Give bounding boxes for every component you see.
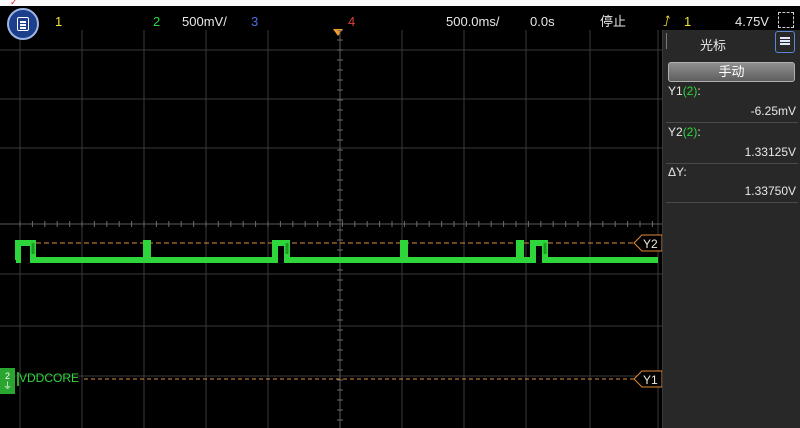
channel-2-label[interactable]: VDDCORE (19, 371, 79, 385)
zoom-box-icon[interactable] (778, 12, 794, 28)
cursor-panel-title: 光标 (699, 38, 726, 53)
y1-suffix: : (697, 84, 701, 98)
cursor-y2-label: Y2 (643, 237, 658, 251)
cursor-y2-value: 1.33125V (744, 145, 796, 159)
y1-label: Y1 (668, 84, 683, 98)
delta-y-label: ΔY: (668, 165, 687, 179)
menu-button[interactable] (7, 8, 39, 40)
delay-readout[interactable]: 0.0s (530, 15, 555, 29)
trigger-edge-icon: ⭜ (663, 13, 671, 29)
graticule-ticks (19, 30, 653, 421)
graticule-center-axes (0, 30, 662, 428)
waveform-display[interactable]: Y2 Y1 (0, 30, 662, 428)
ground-marker-number: 2 (4, 371, 10, 381)
cursor-y1-value: -6.25mV (750, 104, 796, 118)
divider (666, 122, 798, 123)
cursor-y1-readout-label[interactable]: Y1(2): (668, 84, 701, 98)
divider (666, 163, 798, 164)
trigger-channel[interactable]: 1 (684, 15, 691, 29)
cursor-side-panel: 光标 手动 Y1(2): -6.25mV Y2(2): 1.33125V ΔY:… (662, 30, 800, 428)
cursor-mode-button[interactable]: 手动 (668, 62, 795, 82)
y2-label: Y2 (668, 125, 683, 139)
panel-menu-icon[interactable] (775, 31, 795, 53)
channel-3-indicator[interactable]: 3 (251, 15, 258, 29)
channel-2-ground-marker[interactable]: 2 ⏚ (0, 368, 15, 394)
channel-2-trace (15, 240, 658, 263)
graticule (0, 30, 662, 428)
timebase-readout[interactable]: 500.0ms/ (446, 15, 499, 29)
cursor-y2-readout-label[interactable]: Y2(2): (668, 125, 701, 139)
delta-y-value: 1.33750V (744, 184, 796, 198)
status-bar: 1 2 500mV/ 3 4 500.0ms/ 0.0s 停止 ⭜ 1 4.75… (0, 6, 800, 30)
trigger-level[interactable]: 4.75V (735, 15, 769, 29)
y2-suffix: : (697, 125, 701, 139)
run-state[interactable]: 停止 (600, 15, 626, 29)
menu-icon (17, 17, 29, 31)
cursor-y1-label: Y1 (643, 373, 658, 387)
channel-2-indicator[interactable]: 2 (153, 15, 160, 29)
divider (666, 202, 798, 203)
cursor-panel-header: 光标 (663, 30, 800, 56)
channel-1-indicator[interactable]: 1 (55, 15, 62, 29)
y2-source: (2) (682, 125, 698, 139)
y1-source: (2) (682, 84, 698, 98)
channel-4-indicator[interactable]: 4 (348, 15, 355, 29)
channel-2-scale[interactable]: 500mV/ (182, 15, 227, 29)
